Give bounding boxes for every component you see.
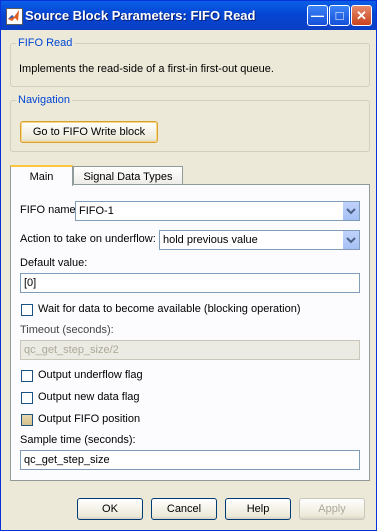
ok-button[interactable]: OK bbox=[77, 498, 143, 520]
output-new-data-flag-label: Output new data flag bbox=[38, 391, 140, 403]
title-bar[interactable]: Source Block Parameters: FIFO Read — □ ✕ bbox=[1, 1, 376, 30]
output-underflow-flag-label: Output underflow flag bbox=[38, 369, 143, 381]
minimize-icon[interactable]: — bbox=[307, 5, 328, 26]
sample-time-label: Sample time (seconds): bbox=[20, 434, 136, 446]
window-title: Source Block Parameters: FIFO Read bbox=[25, 8, 256, 23]
block-description: Implements the read-side of a first-in f… bbox=[19, 63, 274, 75]
output-underflow-flag-checkbox[interactable] bbox=[21, 370, 33, 382]
wait-for-data-checkbox[interactable] bbox=[21, 304, 33, 316]
output-fifo-position-label: Output FIFO position bbox=[38, 413, 141, 425]
underflow-action-label: Action to take on underflow: bbox=[20, 233, 156, 245]
output-new-data-flag-checkbox[interactable] bbox=[21, 392, 33, 404]
fifo-name-value: FIFO-1 bbox=[79, 205, 114, 217]
maximize-icon[interactable]: □ bbox=[329, 5, 350, 26]
dialog-window: Source Block Parameters: FIFO Read — □ ✕… bbox=[0, 0, 377, 531]
timeout-label: Timeout (seconds): bbox=[20, 324, 114, 336]
default-value-label: Default value: bbox=[20, 257, 88, 269]
navigation-group-label: Navigation bbox=[16, 94, 72, 106]
fifo-name-dropdown[interactable]: FIFO-1 bbox=[75, 201, 360, 221]
tab-main[interactable]: Main bbox=[10, 165, 73, 186]
chevron-down-icon[interactable] bbox=[342, 202, 359, 220]
close-icon[interactable]: ✕ bbox=[351, 5, 372, 26]
help-button[interactable]: Help bbox=[225, 498, 291, 520]
default-value-input[interactable]: [0] bbox=[20, 273, 360, 293]
wait-for-data-label: Wait for data to become available (block… bbox=[38, 303, 301, 315]
underflow-action-dropdown[interactable]: hold previous value bbox=[159, 230, 360, 250]
navigation-group: Navigation Go to FIFO Write block bbox=[10, 94, 370, 152]
fifo-name-label: FIFO name: bbox=[20, 204, 79, 216]
main-tab-panel: FIFO name: FIFO-1 Action to take on unde… bbox=[10, 184, 370, 481]
matlab-icon bbox=[6, 8, 23, 25]
underflow-action-value: hold previous value bbox=[163, 234, 258, 246]
tab-signal-data-types[interactable]: Signal Data Types bbox=[73, 166, 183, 185]
apply-button[interactable]: Apply bbox=[299, 498, 365, 520]
chevron-down-icon[interactable] bbox=[342, 231, 359, 249]
goto-fifo-write-button[interactable]: Go to FIFO Write block bbox=[20, 121, 158, 143]
block-description-group: FIFO Read Implements the read-side of a … bbox=[10, 37, 370, 87]
cancel-button[interactable]: Cancel bbox=[151, 498, 217, 520]
output-fifo-position-checkbox[interactable] bbox=[21, 414, 33, 426]
timeout-input[interactable]: qc_get_step_size/2 bbox=[20, 340, 360, 360]
sample-time-input[interactable]: qc_get_step_size bbox=[20, 450, 360, 470]
block-group-label: FIFO Read bbox=[16, 37, 75, 49]
